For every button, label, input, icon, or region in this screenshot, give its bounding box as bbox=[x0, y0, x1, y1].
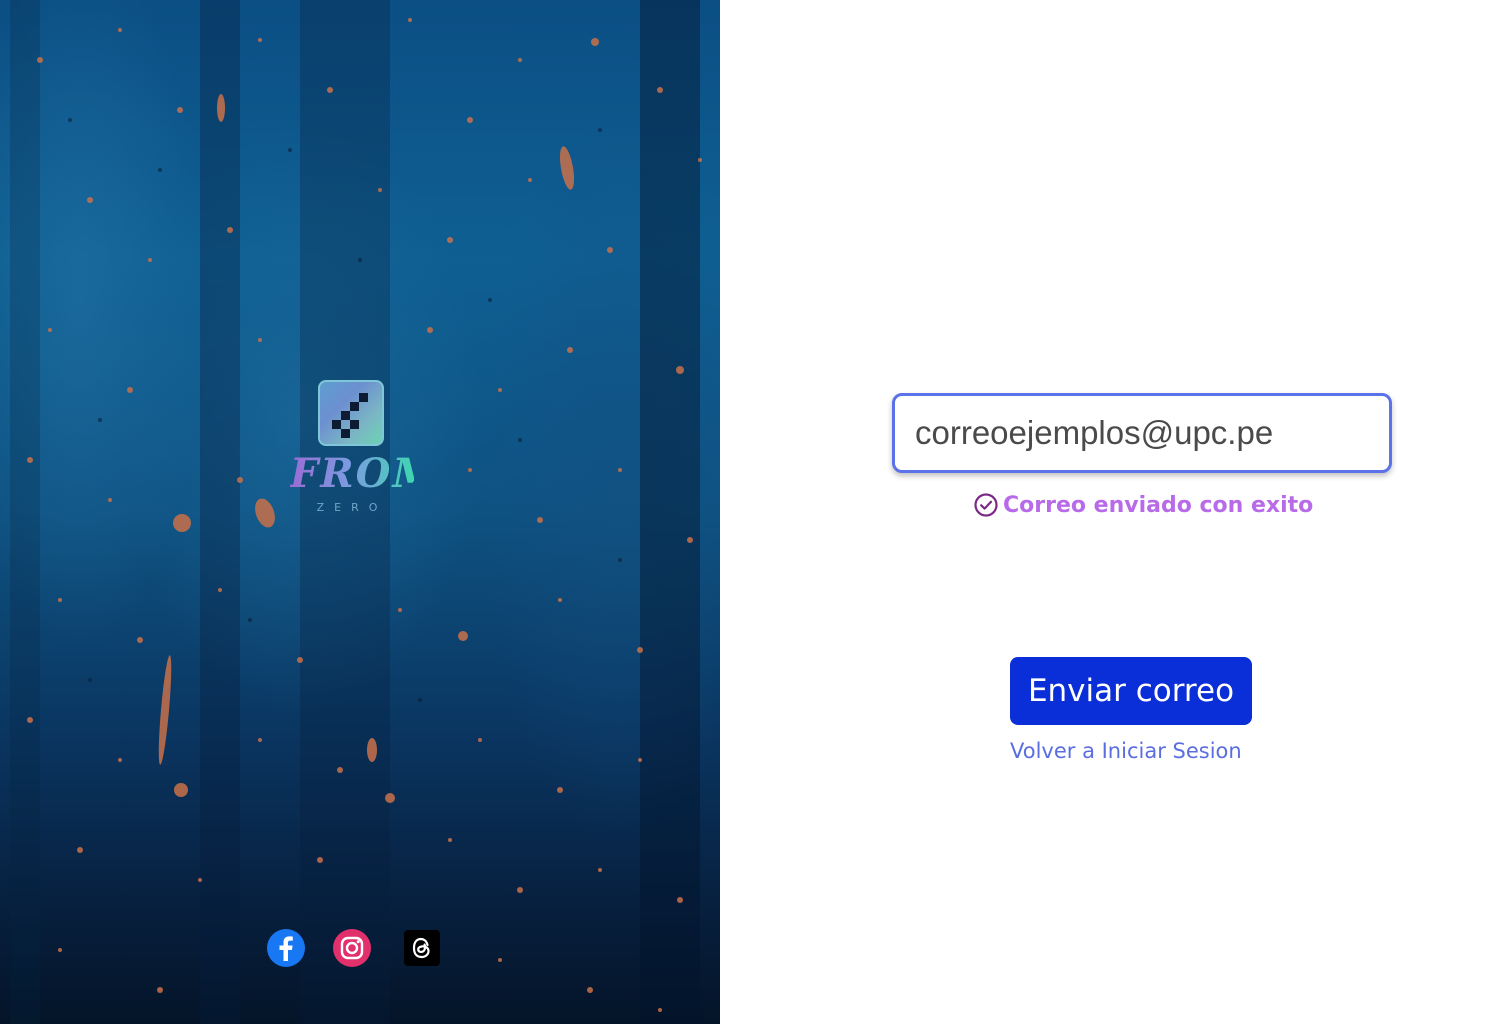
instagram-link[interactable] bbox=[332, 928, 372, 968]
threads-icon bbox=[404, 930, 440, 966]
send-email-button[interactable]: Enviar correo bbox=[1010, 657, 1252, 725]
instagram-icon bbox=[333, 929, 371, 967]
background-panel: FROM ZERO bbox=[0, 0, 720, 1024]
facebook-icon bbox=[267, 929, 305, 967]
logo-wordmark: FROM bbox=[290, 450, 439, 497]
back-to-login-link[interactable]: Volver a Iniciar Sesion bbox=[1010, 739, 1242, 763]
facebook-link[interactable] bbox=[266, 928, 306, 968]
email-input[interactable] bbox=[892, 393, 1392, 473]
check-circle-icon bbox=[974, 493, 998, 517]
logo-subtext: ZERO bbox=[316, 501, 388, 514]
threads-link[interactable] bbox=[402, 928, 442, 968]
logo-mark-icon bbox=[318, 380, 384, 446]
success-message: Correo enviado con exito bbox=[973, 488, 1313, 522]
brand-logo: FROM ZERO bbox=[290, 378, 439, 528]
success-text: Correo enviado con exito bbox=[1003, 492, 1314, 518]
